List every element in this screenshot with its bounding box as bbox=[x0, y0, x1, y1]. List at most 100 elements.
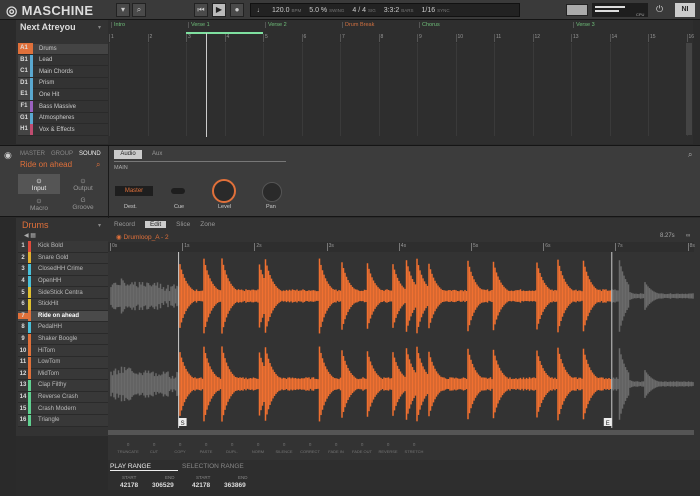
pad-4[interactable]: 4 OpenHH bbox=[18, 275, 108, 288]
bar-number[interactable]: 4 bbox=[224, 34, 229, 42]
nav-groove[interactable]: G Groove bbox=[62, 197, 104, 211]
pad-1[interactable]: 1 Kick Bold bbox=[18, 240, 108, 253]
track-D1[interactable]: D1 Prism bbox=[18, 77, 108, 90]
bar-number[interactable]: 14 bbox=[609, 34, 617, 42]
editor-scrollbar[interactable] bbox=[108, 430, 694, 435]
pad-2[interactable]: 2 Snare Gold bbox=[18, 252, 108, 265]
section-4[interactable]: Chorus bbox=[419, 22, 440, 28]
section-1[interactable]: Verse 1 bbox=[188, 22, 210, 28]
pad-9[interactable]: 9 Shaker Boogle bbox=[18, 333, 108, 346]
bar-number[interactable]: 3 bbox=[186, 34, 191, 42]
pad-8[interactable]: 8 PedalHH bbox=[18, 321, 108, 334]
pad-6[interactable]: 6 StickHit bbox=[18, 298, 108, 311]
pad-5[interactable]: 5 SideStick Centra bbox=[18, 287, 108, 299]
bar-number[interactable]: 11 bbox=[494, 34, 501, 42]
pad-3[interactable]: 3 ClosedHH Crime bbox=[18, 263, 108, 276]
play-end-value[interactable]: 306529 bbox=[152, 482, 174, 489]
bar-number[interactable]: 16 bbox=[686, 34, 694, 42]
track-F1[interactable]: F1 Bass Massive bbox=[18, 101, 108, 113]
cue-toggle[interactable] bbox=[171, 188, 185, 194]
pad-16[interactable]: 16 Triangle bbox=[18, 414, 108, 427]
tab-aux[interactable]: Aux bbox=[152, 151, 162, 157]
section-2[interactable]: Verse 2 bbox=[265, 22, 287, 28]
bar-number[interactable]: 6 bbox=[301, 34, 306, 42]
search-icon[interactable]: ⌕ bbox=[688, 150, 692, 160]
master-volume-meter[interactable]: CPU bbox=[592, 3, 648, 17]
nav-output[interactable]: ⊙ Output bbox=[62, 177, 104, 192]
restart-button[interactable]: ⏮ bbox=[194, 3, 208, 17]
sample-name[interactable]: ◉ Drumloop_A - 2 bbox=[116, 233, 169, 241]
nav-input[interactable]: ⊙ Input bbox=[18, 174, 60, 194]
tempo[interactable]: 120.0 BPM bbox=[272, 7, 301, 14]
pad-10[interactable]: 10 HiTom bbox=[18, 345, 108, 357]
speaker-icon[interactable]: ◀ ▦ bbox=[24, 232, 36, 239]
ni-logo[interactable]: NI bbox=[675, 3, 695, 17]
track-G1[interactable]: G1 Atmospheres bbox=[18, 112, 108, 125]
pad-12[interactable]: 12 MidTom bbox=[18, 368, 108, 381]
pan-knob[interactable] bbox=[262, 182, 282, 202]
tab-record[interactable]: Record bbox=[114, 221, 135, 228]
section-0[interactable]: Intro bbox=[111, 22, 125, 28]
bar-number[interactable]: 9 bbox=[417, 34, 422, 42]
track-C1[interactable]: C1 Main Chords bbox=[18, 66, 108, 78]
project-dropdown-icon[interactable]: ▾ bbox=[98, 24, 101, 31]
sel-start-value[interactable]: 42178 bbox=[192, 482, 210, 489]
search-button[interactable]: ⌕ bbox=[132, 3, 146, 17]
pad-13[interactable]: 13 Clap Filthy bbox=[18, 379, 108, 392]
signature[interactable]: 4 / 4 SIG bbox=[352, 7, 375, 14]
tab-zone[interactable]: Zone bbox=[200, 221, 215, 228]
tab-audio[interactable]: Audio bbox=[114, 150, 142, 159]
tab-play-range[interactable]: PLAY RANGE bbox=[110, 463, 178, 471]
tab-selection-range[interactable]: SELECTION RANGE bbox=[182, 463, 250, 470]
swing[interactable]: 5.0 % SWING bbox=[309, 7, 344, 14]
bar-number[interactable]: 8 bbox=[378, 34, 383, 42]
record-button[interactable]: ● bbox=[230, 3, 244, 17]
bar-number[interactable]: 2 bbox=[147, 34, 152, 42]
bar-number[interactable]: 10 bbox=[455, 34, 463, 42]
track-A1[interactable]: A1 Drums bbox=[18, 43, 108, 55]
bar-number[interactable]: 1 bbox=[109, 34, 114, 42]
keyboard-view-button[interactable] bbox=[566, 4, 588, 16]
section-5[interactable]: Verse 3 bbox=[573, 22, 595, 28]
track-id: B1 bbox=[18, 54, 30, 66]
level-knob[interactable] bbox=[212, 179, 236, 203]
group-name[interactable]: Drums bbox=[22, 220, 49, 230]
grid[interactable]: 1/16 SYNC bbox=[422, 7, 450, 14]
search-icon[interactable]: ⌕ bbox=[96, 160, 100, 170]
tab-edit[interactable]: Edit bbox=[144, 221, 167, 228]
tool-stretch[interactable]: ▫ STRETCH bbox=[397, 440, 431, 454]
tab-master[interactable]: MASTER bbox=[20, 151, 45, 157]
nav-macro[interactable]: ⊙ Macro bbox=[18, 197, 60, 212]
link-icon[interactable]: ∞ bbox=[686, 233, 690, 239]
pad-11[interactable]: 11 LowTom bbox=[18, 356, 108, 369]
waveform[interactable]: SE bbox=[108, 252, 694, 428]
track-B1[interactable]: B1 Lead bbox=[18, 54, 108, 67]
power-icon[interactable]: ⏻ bbox=[656, 4, 663, 15]
tab-sound[interactable]: SOUND bbox=[79, 151, 101, 157]
bar-number[interactable]: 15 bbox=[648, 34, 656, 42]
channel-icon[interactable]: ◉ bbox=[4, 150, 12, 161]
menu-dropdown-button[interactable]: ▾ bbox=[116, 3, 130, 17]
bar-number[interactable]: 5 bbox=[263, 34, 268, 42]
tab-slice[interactable]: Slice bbox=[176, 221, 190, 228]
tab-group[interactable]: GROUP bbox=[51, 151, 73, 157]
metronome-icon[interactable]: ♩ bbox=[257, 7, 264, 14]
section-3[interactable]: Drum Break bbox=[342, 22, 374, 28]
loop-range[interactable] bbox=[186, 32, 263, 34]
pad-15[interactable]: 15 Crash Modern bbox=[18, 403, 108, 415]
pad-14[interactable]: 14 Reverse Crash bbox=[18, 391, 108, 404]
play-button[interactable]: ▶ bbox=[212, 3, 226, 17]
pad-7[interactable]: 7 Ride on ahead bbox=[18, 310, 108, 323]
bar-number[interactable]: 12 bbox=[532, 34, 540, 42]
play-start-value[interactable]: 42178 bbox=[120, 482, 138, 489]
project-name[interactable]: Next Atreyou bbox=[20, 22, 76, 32]
bar-number[interactable]: 7 bbox=[340, 34, 345, 42]
track-H1[interactable]: H1 Vox & Effects bbox=[18, 124, 108, 136]
dest-selector[interactable]: Master bbox=[115, 186, 153, 196]
arranger-scrollbar[interactable] bbox=[686, 43, 692, 135]
sel-end-value[interactable]: 363869 bbox=[224, 482, 246, 489]
bar-number[interactable]: 13 bbox=[571, 34, 579, 42]
group-dropdown-icon[interactable]: ▾ bbox=[98, 222, 101, 229]
track-E1[interactable]: E1 One Hit bbox=[18, 89, 108, 101]
arranger-grid[interactable] bbox=[108, 20, 693, 144]
